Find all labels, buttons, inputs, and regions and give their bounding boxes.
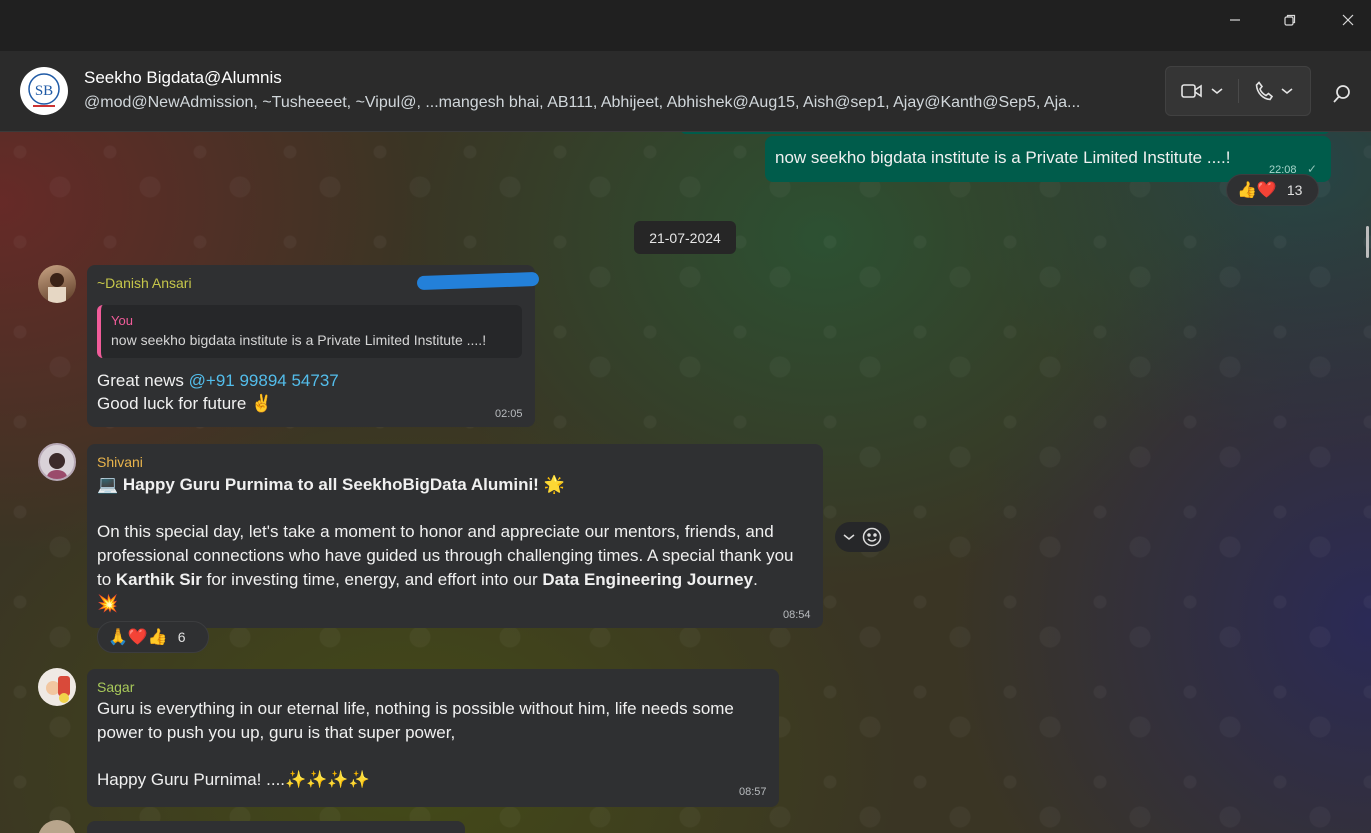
sender-name[interactable]: Sagar [97, 679, 134, 695]
previous-outgoing-bubble [680, 132, 1330, 134]
reaction-count: 6 [177, 629, 186, 645]
chat-header[interactable]: SB Seekho Bigdata@Alumnis @mod@NewAdmiss… [0, 51, 1371, 132]
heading-text: Happy Guru Purnima to all SeekhoBigData … [122, 475, 539, 494]
window-titlebar [0, 0, 1371, 51]
danish-line-2: Good luck for future ✌️ [97, 394, 273, 413]
shivani-body: On this special day, let's take a moment… [97, 520, 809, 616]
shivani-reactions[interactable]: 🙏❤️👍 6 [97, 621, 209, 653]
call-controls [1165, 66, 1311, 116]
body-bold-1: Karthik Sir [115, 570, 202, 589]
message-time: 08:57 [739, 786, 767, 798]
chevron-down-icon[interactable] [843, 533, 855, 541]
chevron-down-icon [1211, 88, 1223, 95]
scrollbar-thumb[interactable] [1366, 226, 1369, 258]
quote-text: now seekho bigdata institute is a Privat… [111, 332, 487, 348]
danish-avatar[interactable] [38, 265, 76, 303]
chevron-down-icon [1281, 88, 1293, 95]
message-actions-pill[interactable] [835, 522, 890, 552]
redacted-phone-mark [416, 271, 540, 291]
group-avatar-text: SB [35, 83, 53, 99]
danish-line-1: Great news @+91 99894 54737 [97, 369, 339, 393]
sagar-message[interactable]: Sagar Guru is everything in our eternal … [87, 669, 779, 807]
minimize-icon[interactable] [1212, 0, 1258, 40]
sender-name[interactable]: ~Danish Ansari [97, 275, 192, 291]
star-icon: 🌟 [538, 475, 565, 494]
video-camera-icon [1180, 84, 1202, 98]
group-title[interactable]: Seekho Bigdata@Alumnis [84, 68, 282, 88]
read-receipt-icon: ✓ [1307, 162, 1318, 176]
danish-message[interactable]: ~Danish Ansari You now seekho bigdata in… [87, 265, 540, 427]
next-message-partial[interactable] [87, 821, 465, 833]
next-sender-avatar[interactable] [38, 820, 76, 833]
body-text-3: . [753, 570, 758, 589]
collision-icon: 💥 [97, 594, 119, 613]
reaction-emojis: 🙏❤️👍 [108, 629, 168, 646]
outgoing-reactions[interactable]: 👍❤️ 13 [1226, 174, 1319, 206]
search-button[interactable] [1322, 79, 1362, 109]
group-members-list[interactable]: @mod@NewAdmission, ~Tusheeeet, ~Vipul@, … [84, 94, 1154, 112]
date-separator: 21-07-2024 [634, 221, 736, 254]
sender-name[interactable]: Shivani [97, 454, 143, 470]
shivani-heading: 💻 Happy Guru Purnima to all SeekhoBigDat… [97, 473, 565, 497]
sagar-avatar[interactable] [38, 668, 76, 706]
laptop-icon: 💻 [97, 475, 119, 494]
sagar-text-1: Guru is everything in our eternal life, … [97, 699, 734, 742]
reaction-emojis: 👍❤️ [1237, 182, 1277, 199]
outgoing-message-text: now seekho bigdata institute is a Privat… [775, 148, 1231, 167]
group-avatar[interactable]: SB [20, 67, 68, 115]
quoted-message[interactable]: You now seekho bigdata institute is a Pr… [97, 305, 522, 358]
restore-icon[interactable] [1267, 0, 1313, 40]
body-text-2: for investing time, energy, and effort i… [201, 570, 543, 589]
voice-call-button[interactable] [1239, 67, 1311, 115]
message-time: 08:54 [783, 609, 811, 621]
phone-icon [1255, 81, 1274, 101]
emoji-reaction-icon[interactable] [862, 527, 882, 547]
video-call-button[interactable] [1166, 67, 1238, 115]
quote-author: You [111, 313, 133, 328]
search-icon [1333, 85, 1350, 103]
message-time: 02:05 [495, 408, 523, 420]
reaction-count: 13 [1286, 182, 1303, 198]
sagar-text-2: Happy Guru Purnima! ....✨✨✨✨ [97, 770, 370, 789]
mention-link[interactable]: @+91 99894 54737 [189, 371, 339, 390]
shivani-avatar[interactable] [38, 443, 76, 481]
body-bold-2: Data Engineering Journey [542, 570, 754, 589]
text-prefix: Great news [97, 371, 189, 390]
chat-messages-area[interactable]: now seekho bigdata institute is a Privat… [0, 132, 1371, 833]
shivani-message[interactable]: Shivani 💻 Happy Guru Purnima to all Seek… [87, 444, 823, 628]
close-icon[interactable] [1325, 0, 1371, 40]
